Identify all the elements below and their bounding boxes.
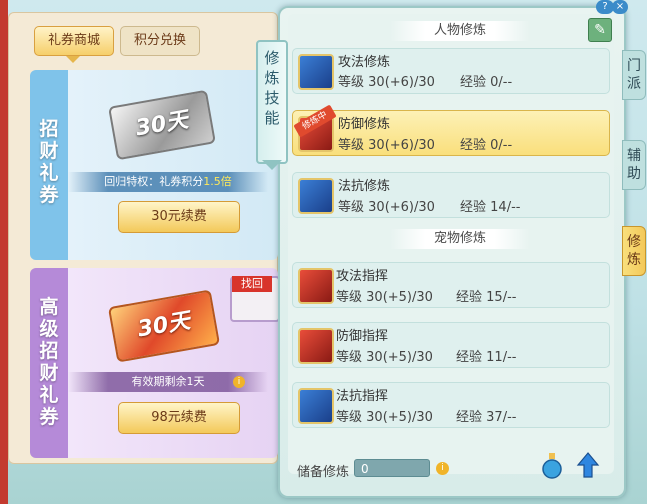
pet-resist-icon <box>298 388 334 424</box>
tab-points-exchange[interactable]: 积分兑换 <box>120 26 200 56</box>
card-premium-title: 高 级 招 财 礼 券 <box>39 296 59 428</box>
magic-resist-icon <box>298 178 334 214</box>
skill-exp: 经验 0/-- <box>460 138 513 153</box>
skill-exp: 经验 11/-- <box>456 350 517 365</box>
skill-exp: 经验 37/-- <box>456 410 517 425</box>
tab-assist[interactable]: 辅助 <box>622 140 646 190</box>
pet-attack-icon <box>298 268 334 304</box>
info-icon[interactable]: i <box>233 376 245 388</box>
boost-icon[interactable] <box>576 451 600 479</box>
skill-level: 等级 30(+6)/30 <box>338 75 435 90</box>
skill-name: 法抗指挥 <box>336 389 389 404</box>
reserve-value: 0 <box>354 459 430 477</box>
pet-defense-icon <box>298 328 334 364</box>
section-title-character: 人物修炼 <box>390 21 530 41</box>
skill-exp: 经验 15/-- <box>456 290 517 305</box>
skill-level: 等级 30(+5)/30 <box>336 290 433 305</box>
card-basic-title: 招 财 礼 券 <box>39 118 59 206</box>
skill-name: 法抗修炼 <box>338 179 391 194</box>
skill-banner-text: 修 炼 技 能 <box>264 49 280 127</box>
skill-exp: 经验 14/-- <box>460 200 521 215</box>
attack-magic-icon <box>298 54 334 90</box>
skill-level: 等级 30(+6)/30 <box>338 200 435 215</box>
retrieve-label: 找回 <box>232 276 272 292</box>
potion-icon[interactable] <box>540 451 564 479</box>
active-tab-pointer <box>66 56 80 63</box>
tab-sect[interactable]: 门派 <box>622 50 646 100</box>
renew-30-button[interactable]: 30元续费 <box>118 201 240 233</box>
tab-cultivate[interactable]: 修炼 <box>622 226 646 276</box>
close-button[interactable]: × <box>612 0 628 14</box>
skill-name: 攻法修炼 <box>338 55 391 70</box>
tab-coupon-shop[interactable]: 礼券商城 <box>34 26 114 56</box>
edit-icon[interactable]: ✎ <box>588 18 612 42</box>
skill-level: 等级 30(+6)/30 <box>338 138 435 153</box>
skill-name: 攻法指挥 <box>336 269 389 284</box>
renew-98-button[interactable]: 98元续费 <box>118 402 240 434</box>
left-red-border <box>0 0 8 504</box>
skill-level: 等级 30(+5)/30 <box>336 350 433 365</box>
return-privilege-info: 回归特权：礼券积分1.5倍 <box>68 172 268 192</box>
section-title-pet: 宠物修炼 <box>390 229 530 249</box>
reserve-label: 储备修炼 <box>297 465 350 480</box>
skill-level: 等级 30(+5)/30 <box>336 410 433 425</box>
skill-exp: 经验 0/-- <box>460 75 513 90</box>
skill-name: 防御修炼 <box>338 117 391 132</box>
skill-name: 防御指挥 <box>336 329 389 344</box>
reserve-info-icon[interactable]: i <box>436 462 449 475</box>
skill-banner-tip <box>262 160 282 170</box>
